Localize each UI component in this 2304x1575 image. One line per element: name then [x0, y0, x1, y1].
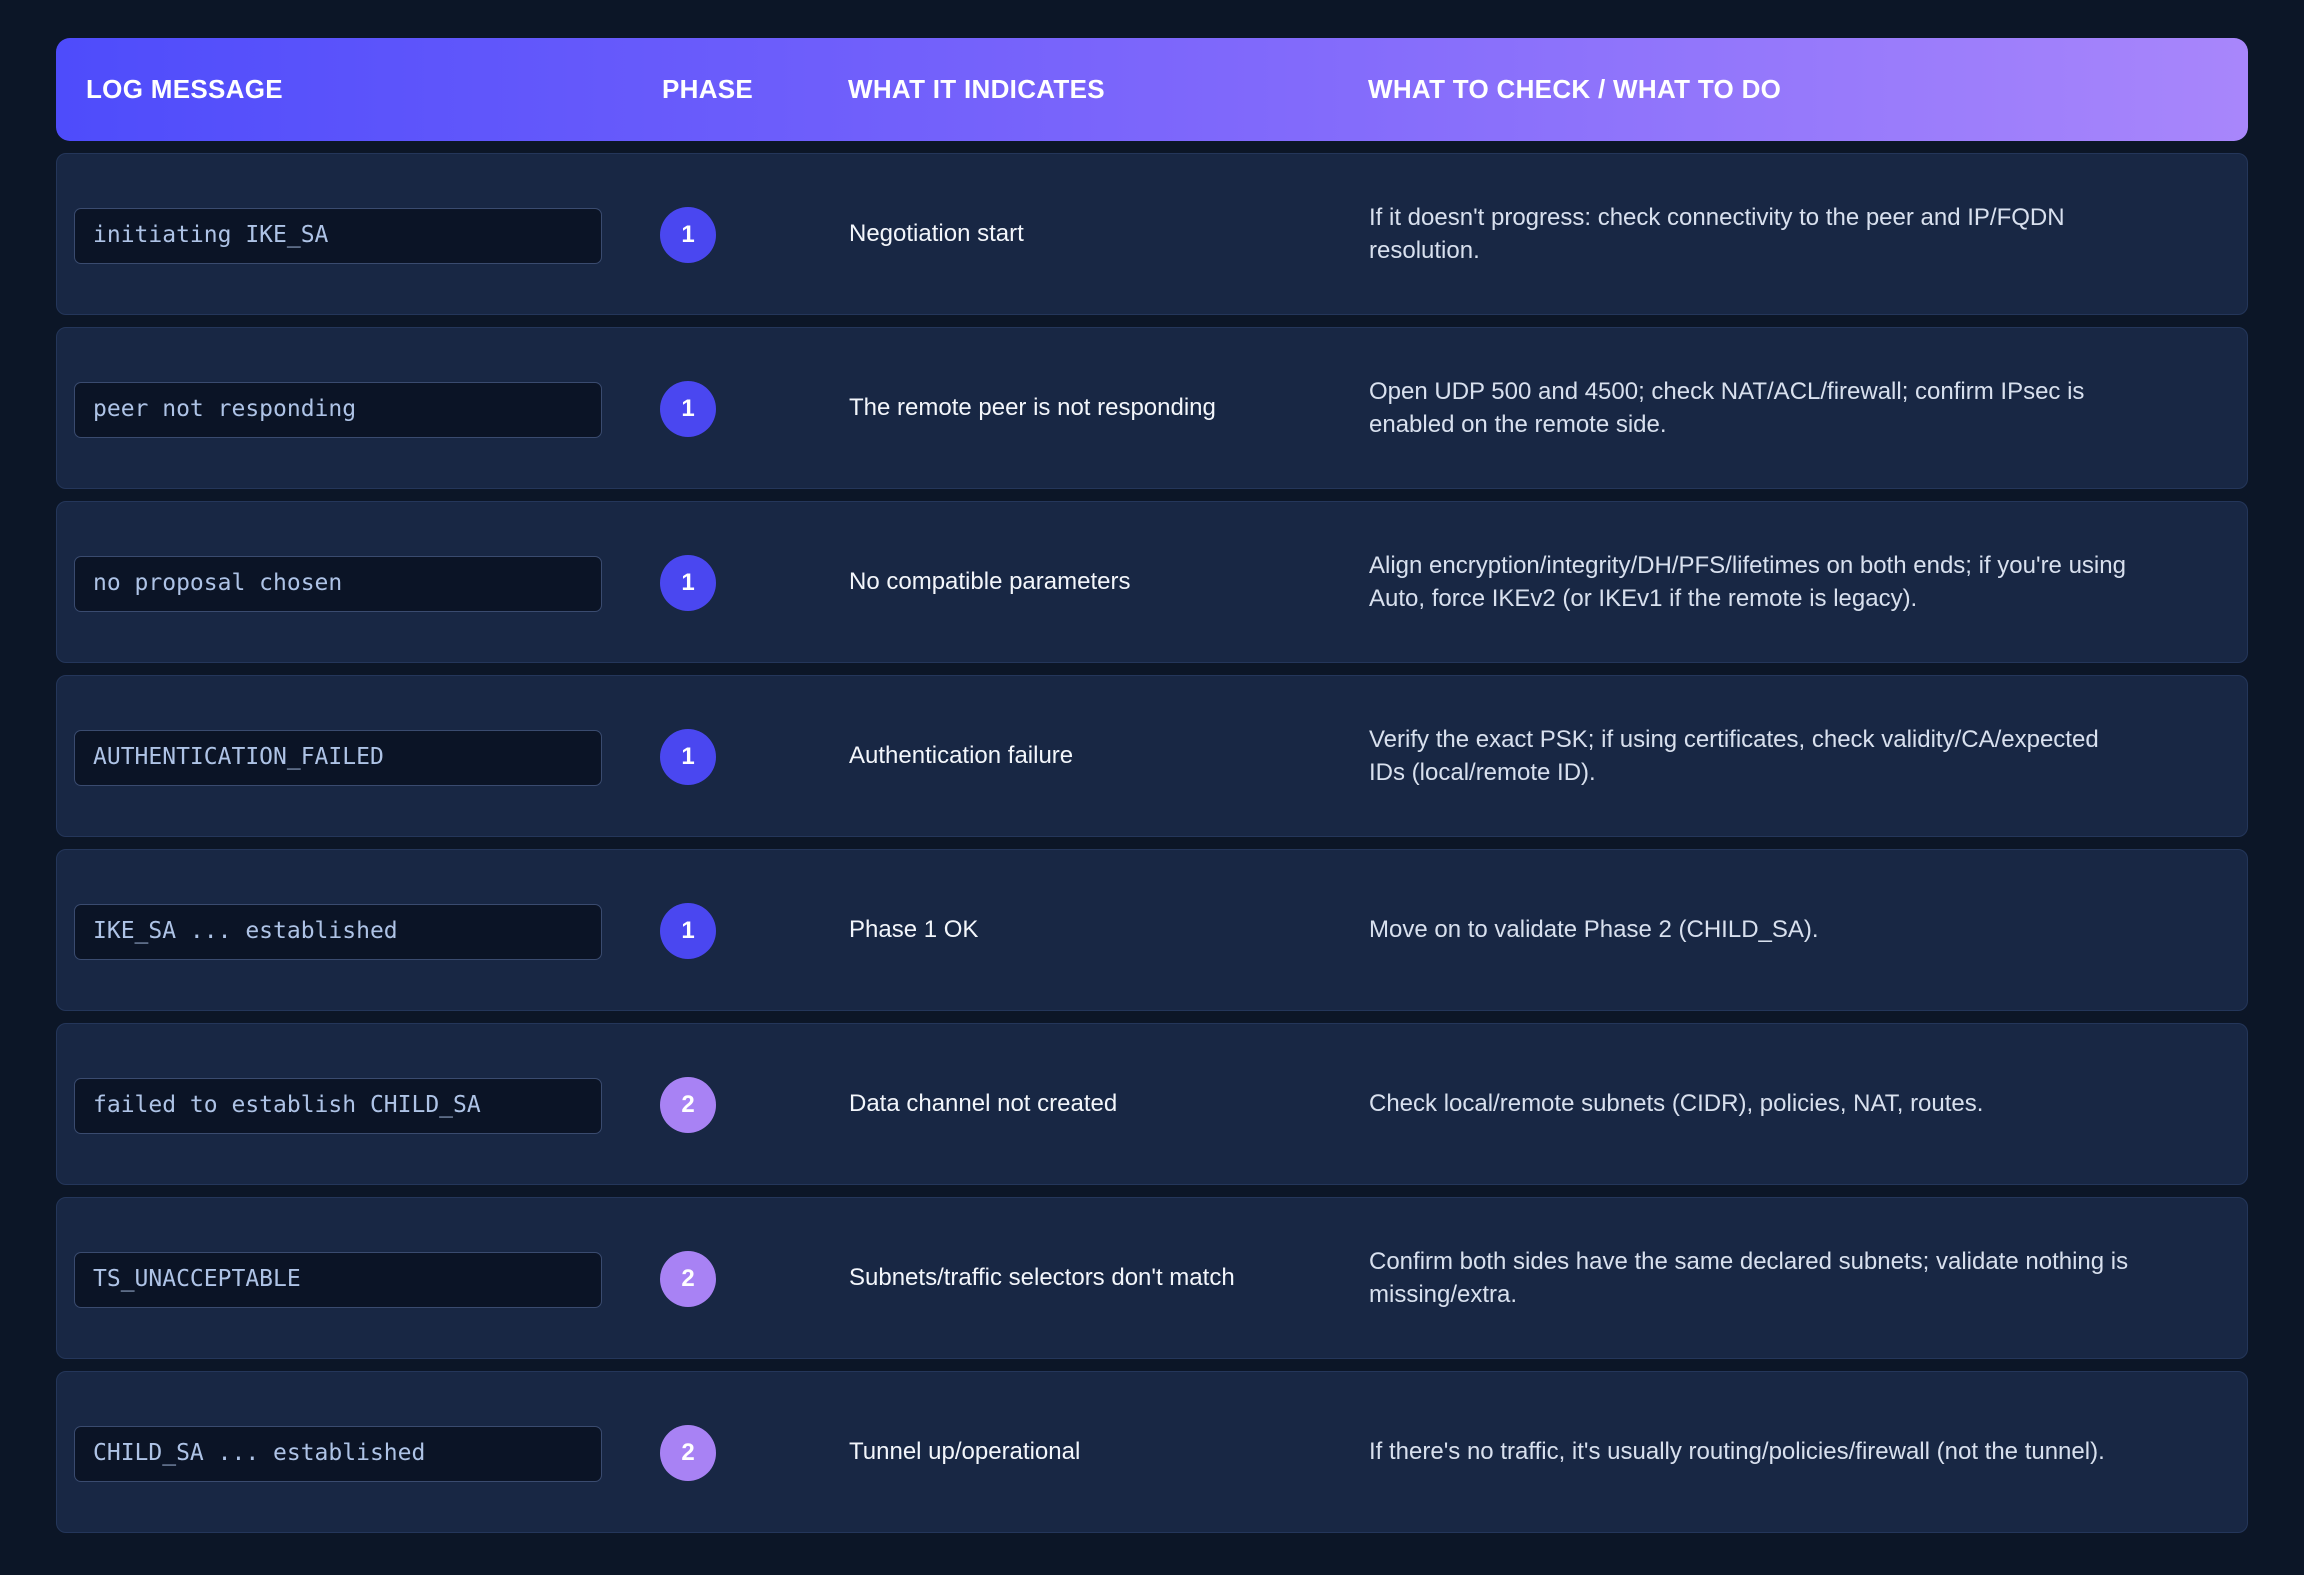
header-what-to-do: WHAT TO CHECK / WHAT TO DO [1368, 74, 1782, 104]
log-message-code: CHILD_SA ... established [74, 1426, 602, 1482]
header-log-message: LOG MESSAGE [86, 74, 283, 104]
table-row: AUTHENTICATION_FAILED 1 Authentication f… [56, 675, 2248, 837]
phase-badge: 2 [660, 1077, 716, 1133]
page: LOG MESSAGE PHASE WHAT IT INDICATES WHAT… [0, 0, 2304, 1575]
what-it-indicates: Subnets/traffic selectors don't match [849, 1264, 1235, 1291]
phase-badge: 1 [660, 207, 716, 263]
phase-badge: 1 [660, 729, 716, 785]
log-message-code: TS_UNACCEPTABLE [74, 1252, 602, 1308]
what-it-indicates: The remote peer is not responding [849, 394, 1216, 421]
what-it-indicates: Tunnel up/operational [849, 1438, 1081, 1465]
log-message-code: AUTHENTICATION_FAILED [74, 730, 602, 786]
what-to-do: If there's no traffic, it's usually rout… [1369, 1438, 2105, 1465]
table-header: LOG MESSAGE PHASE WHAT IT INDICATES WHAT… [56, 38, 2248, 141]
what-to-do: If it doesn't progress: check connectivi… [1369, 203, 2065, 264]
what-it-indicates: Negotiation start [849, 220, 1024, 247]
log-message-code: no proposal chosen [74, 556, 602, 612]
what-it-indicates: Authentication failure [849, 742, 1074, 769]
what-to-do: Align encryption/integrity/DH/PFS/lifeti… [1369, 551, 2126, 612]
what-it-indicates: No compatible parameters [849, 568, 1131, 595]
what-to-do: Confirm both sides have the same declare… [1369, 1247, 2129, 1308]
phase-badge: 2 [660, 1425, 716, 1481]
header-what-it-indicates: WHAT IT INDICATES [848, 74, 1105, 104]
log-message-code: failed to establish CHILD_SA [74, 1078, 602, 1134]
log-message-code: IKE_SA ... established [74, 904, 602, 960]
what-to-do: Open UDP 500 and 4500; check NAT/ACL/fir… [1369, 377, 2085, 438]
table-row: peer not responding 1 The remote peer is… [56, 327, 2248, 489]
table-row: TS_UNACCEPTABLE 2 Subnets/traffic select… [56, 1197, 2248, 1359]
phase-badge: 1 [660, 381, 716, 437]
header-phase: PHASE [662, 74, 754, 104]
table-row: IKE_SA ... established 1 Phase 1 OK Move… [56, 849, 2248, 1011]
log-message-code: peer not responding [74, 382, 602, 438]
phase-badge: 1 [660, 555, 716, 611]
what-to-do: Verify the exact PSK; if using certifica… [1369, 725, 2099, 786]
what-to-do: Check local/remote subnets (CIDR), polic… [1369, 1090, 1984, 1117]
phase-badge: 2 [660, 1251, 716, 1307]
phase-badge: 1 [660, 903, 716, 959]
table-row: no proposal chosen 1 No compatible param… [56, 501, 2248, 663]
table-row: initiating IKE_SA 1 Negotiation start If… [56, 153, 2248, 315]
what-it-indicates: Data channel not created [849, 1090, 1118, 1117]
what-it-indicates: Phase 1 OK [849, 916, 979, 943]
table-row: failed to establish CHILD_SA 2 Data chan… [56, 1023, 2248, 1185]
log-message-code: initiating IKE_SA [74, 208, 602, 264]
ipsec-log-table: LOG MESSAGE PHASE WHAT IT INDICATES WHAT… [56, 38, 2248, 1533]
what-to-do: Move on to validate Phase 2 (CHILD_SA). [1369, 916, 1819, 943]
table-row: CHILD_SA ... established 2 Tunnel up/ope… [56, 1371, 2248, 1533]
